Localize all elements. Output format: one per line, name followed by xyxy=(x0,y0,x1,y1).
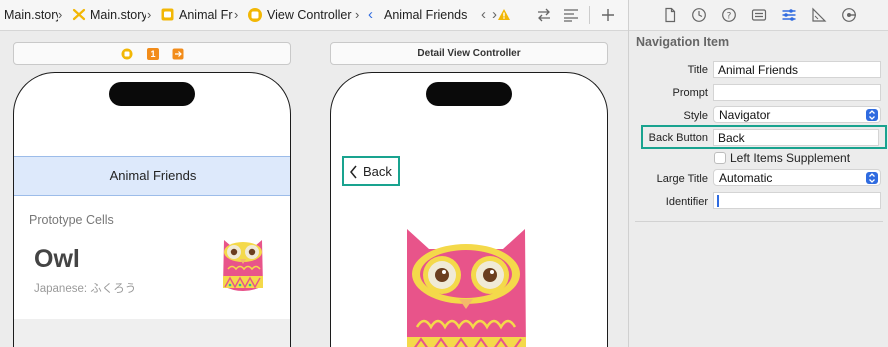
history-icon[interactable] xyxy=(691,7,707,23)
cell-subtitle: Japanese: ふくろう xyxy=(34,283,137,295)
style-label: Style xyxy=(683,110,708,122)
scene-title: Detail View Controller xyxy=(417,48,521,59)
owl-thumbnail xyxy=(223,240,263,291)
back-button-label: Back xyxy=(363,164,392,179)
chevron-right-icon: › xyxy=(234,7,239,22)
section-title: Navigation Item xyxy=(636,35,730,49)
storyboard-file-icon xyxy=(161,8,174,21)
cell-title: Owl xyxy=(34,245,80,273)
breadcrumb-item[interactable]: Main.story xyxy=(4,8,58,22)
view-controller-icon[interactable] xyxy=(121,48,133,60)
add-icon[interactable] xyxy=(601,8,615,22)
scene-dock[interactable]: 1 xyxy=(13,42,291,65)
detail-view-controller-scene[interactable]: Back xyxy=(330,72,608,347)
jump-bar: Main.story › Main.story › Animal Fri › V… xyxy=(0,0,628,31)
lines-icon[interactable] xyxy=(563,8,579,22)
table-row[interactable]: Owl Japanese: ふくろう xyxy=(14,233,290,319)
table-view-controller-scene[interactable]: Animal Friends Prototype Cells Owl Japan… xyxy=(13,72,291,347)
large-title-popup[interactable]: Automatic xyxy=(713,169,881,186)
breadcrumb-item[interactable]: View Controller xyxy=(267,8,357,22)
navigation-bar[interactable]: Animal Friends xyxy=(14,156,290,196)
style-popup[interactable]: Navigator xyxy=(713,106,881,123)
storyboard-icon xyxy=(72,8,86,21)
device-notch xyxy=(426,82,512,106)
inspector-tab-bar: ? xyxy=(629,0,888,31)
navigation-title: Animal Friends xyxy=(109,168,197,183)
text-cursor xyxy=(717,195,719,207)
back-button-label: Back Button xyxy=(648,132,708,144)
help-icon[interactable]: ? xyxy=(721,7,737,23)
breadcrumb-item[interactable]: Animal Friends xyxy=(384,8,474,22)
left-items-supplement-checkbox[interactable] xyxy=(714,152,726,164)
identifier-label: Identifier xyxy=(665,196,708,208)
title-label: Title xyxy=(687,64,708,76)
scene-dock[interactable]: Detail View Controller xyxy=(330,42,608,65)
breadcrumb-item[interactable]: Main.story xyxy=(90,8,146,22)
section-divider xyxy=(635,221,883,222)
exit-icon[interactable] xyxy=(172,48,184,60)
large-title-label: Large Title xyxy=(656,173,708,185)
warning-icon[interactable] xyxy=(497,8,511,21)
view-controller-icon xyxy=(248,8,262,22)
prompt-field[interactable] xyxy=(713,84,881,101)
connections-icon[interactable] xyxy=(841,7,857,23)
popup-arrows-icon xyxy=(866,109,878,121)
svg-text:?: ? xyxy=(727,12,732,22)
back-button-highlight[interactable]: Back xyxy=(342,156,400,186)
title-field[interactable]: Animal Friends xyxy=(713,61,881,78)
left-items-supplement-label: Left Items Supplement xyxy=(730,151,851,165)
attributes-icon[interactable] xyxy=(781,7,797,23)
chevron-right-icon: › xyxy=(355,7,360,22)
owl-image xyxy=(407,229,526,347)
prototype-cells-label: Prototype Cells xyxy=(29,213,114,227)
related-items-icon[interactable] xyxy=(536,7,552,23)
chevron-right-icon: › xyxy=(147,7,152,22)
back-chevron-icon: ‹ xyxy=(368,6,373,23)
breadcrumb-item[interactable]: Animal Fri xyxy=(179,8,233,22)
identifier-field[interactable] xyxy=(713,192,881,209)
prompt-label: Prompt xyxy=(672,87,708,99)
back-chevron-icon xyxy=(350,165,357,179)
style-value: Navigator xyxy=(719,108,771,122)
large-title-value: Automatic xyxy=(719,171,773,185)
back-button-field[interactable]: Back xyxy=(713,129,879,146)
identity-icon[interactable] xyxy=(751,7,767,23)
storyboard-canvas[interactable]: 1 Detail View Controller Animal Friends … xyxy=(0,31,628,347)
size-icon[interactable] xyxy=(811,7,827,23)
inspector-panel: ? Navigation Item Title Animal Friends P… xyxy=(628,0,888,347)
device-notch xyxy=(109,82,195,106)
chevron-right-icon: › xyxy=(58,7,63,22)
divider xyxy=(589,6,590,24)
popup-arrows-icon xyxy=(866,172,878,184)
first-responder-icon[interactable]: 1 xyxy=(147,48,159,60)
file-icon[interactable] xyxy=(662,7,678,23)
back-chevron-icon[interactable]: ‹ xyxy=(481,6,486,23)
table-footer xyxy=(14,319,290,347)
